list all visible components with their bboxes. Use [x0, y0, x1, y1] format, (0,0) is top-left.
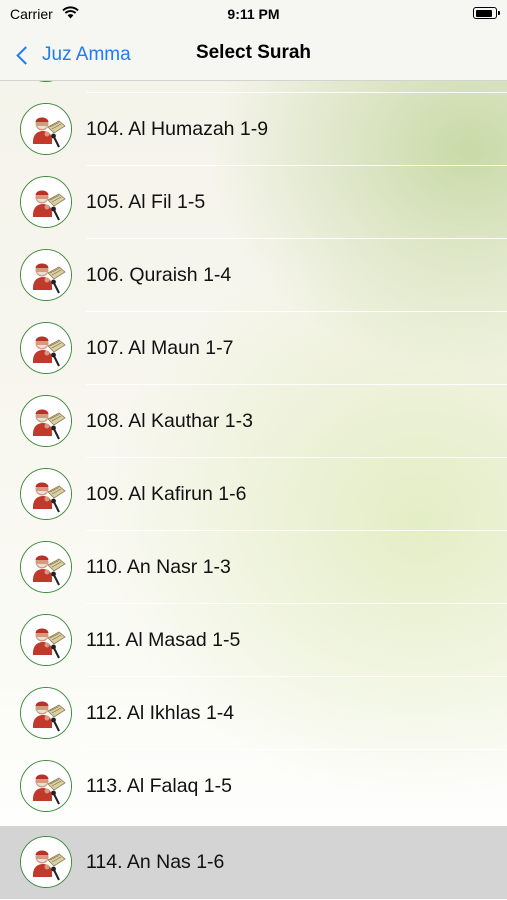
- reciter-avatar: [20, 541, 72, 593]
- surah-row[interactable]: 105. Al Fil 1-5: [0, 166, 507, 239]
- status-time: 9:11 PM: [227, 6, 280, 22]
- reciter-avatar: [20, 176, 72, 228]
- reciter-avatar: [20, 614, 72, 666]
- reciter-avatar: [20, 836, 72, 888]
- surah-label: 107. Al Maun 1-7: [86, 337, 234, 359]
- surah-label: 106. Quraish 1-4: [86, 264, 232, 286]
- surah-row[interactable]: 110. An Nasr 1-3: [0, 531, 507, 604]
- surah-row[interactable]: 104. Al Humazah 1-9: [0, 93, 507, 166]
- surah-list[interactable]: 104. Al Humazah 1-9 105. Al Fil 1-5 106.…: [0, 0, 507, 900]
- reciter-avatar: [20, 103, 72, 155]
- surah-label: 105. Al Fil 1-5: [86, 191, 206, 213]
- surah-row[interactable]: 106. Quraish 1-4: [0, 239, 507, 312]
- surah-row[interactable]: 109. Al Kafirun 1-6: [0, 458, 507, 531]
- surah-label: 111. Al Masad 1-5: [86, 629, 241, 651]
- page-title: Select Surah: [195, 42, 312, 63]
- surah-row[interactable]: 108. Al Kauthar 1-3: [0, 385, 507, 458]
- reciter-avatar: [20, 468, 72, 520]
- surah-label: 104. Al Humazah 1-9: [86, 118, 269, 140]
- reciter-avatar: [20, 760, 72, 812]
- surah-label: 114. An Nas 1-6: [86, 851, 225, 873]
- reciter-avatar: [20, 249, 72, 301]
- surah-row-selected[interactable]: 114. An Nas 1-6: [0, 826, 507, 899]
- reciter-avatar: [20, 395, 72, 447]
- surah-label: 113. Al Falaq 1-5: [86, 775, 232, 797]
- surah-row[interactable]: 111. Al Masad 1-5: [0, 604, 507, 677]
- surah-row[interactable]: 112. Al Ikhlas 1-4: [0, 677, 507, 750]
- status-bar: Carrier 9:11 PM: [0, 0, 507, 30]
- navigation-bar: Juz Amma Select Surah: [0, 30, 507, 81]
- surah-label: 110. An Nasr 1-3: [86, 556, 231, 578]
- surah-label: 108. Al Kauthar 1-3: [86, 410, 253, 432]
- surah-row[interactable]: 113. Al Falaq 1-5: [0, 750, 507, 823]
- battery-icon: [473, 7, 500, 19]
- surah-label: 109. Al Kafirun 1-6: [86, 483, 247, 505]
- surah-label: 112. Al Ikhlas 1-4: [86, 702, 235, 724]
- surah-row[interactable]: 107. Al Maun 1-7: [0, 312, 507, 385]
- reciter-avatar: [20, 322, 72, 374]
- reciter-avatar: [20, 687, 72, 739]
